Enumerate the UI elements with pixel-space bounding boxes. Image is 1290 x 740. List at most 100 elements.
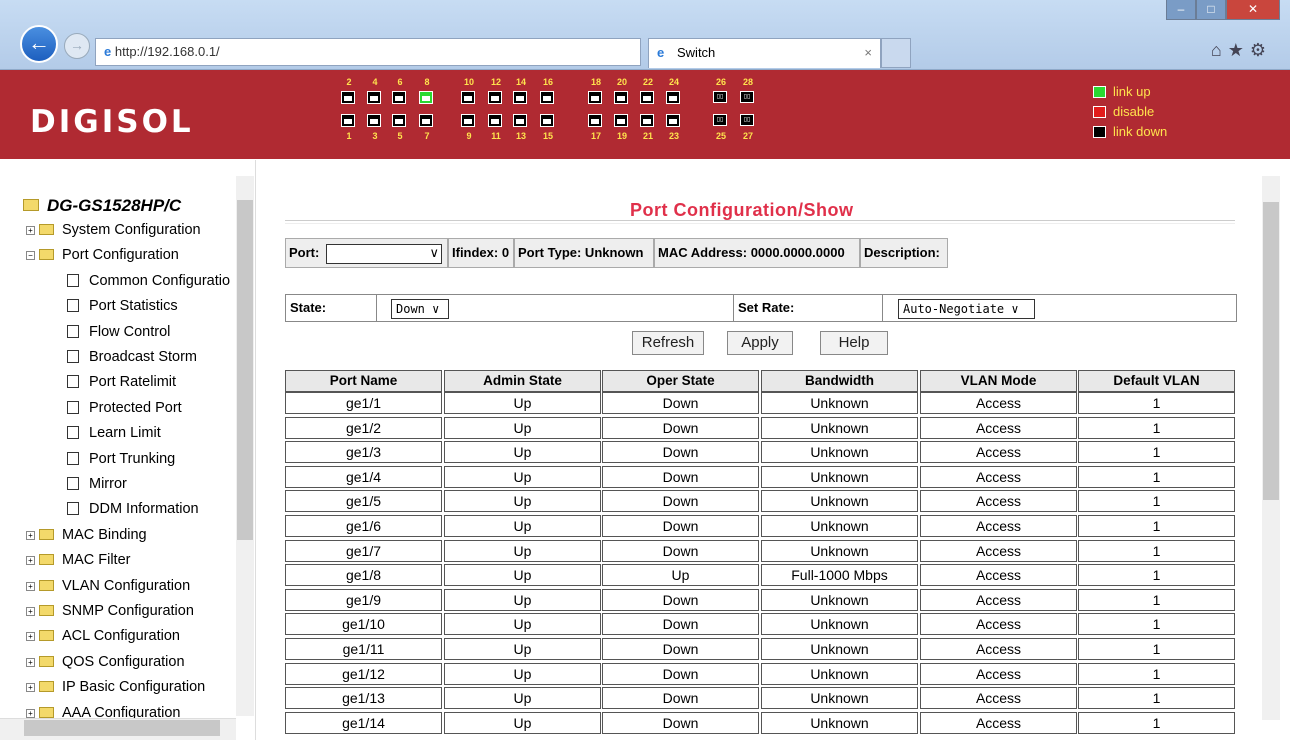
- table-cell: Full-1000 Mbps: [761, 564, 918, 587]
- state-select[interactable]: Down ∨: [391, 299, 449, 319]
- column-header: Admin State: [444, 370, 601, 392]
- table-cell: Unknown: [761, 392, 918, 414]
- rate-select[interactable]: Auto-Negotiate ∨: [898, 299, 1035, 319]
- port-13-icon[interactable]: [513, 114, 527, 127]
- port-22-icon[interactable]: [640, 91, 654, 104]
- table-cell: Down: [602, 515, 759, 537]
- sidebar-item-snmp-configuration[interactable]: + SNMP Configuration: [26, 603, 194, 619]
- sidebar-item-mac-binding[interactable]: + MAC Binding: [26, 527, 147, 543]
- port-23-icon[interactable]: [666, 114, 680, 127]
- sidebar-item-port-trunking[interactable]: Port Trunking: [67, 451, 175, 467]
- maximize-button[interactable]: □: [1196, 0, 1226, 20]
- table-cell: Down: [602, 416, 759, 439]
- table-cell: Up: [444, 515, 601, 537]
- expand-icon[interactable]: +: [26, 556, 35, 566]
- expand-icon[interactable]: +: [26, 683, 35, 693]
- star-icon[interactable]: ★: [1228, 40, 1250, 60]
- table-cell: Access: [920, 465, 1077, 488]
- close-tab-icon[interactable]: ×: [864, 39, 872, 67]
- sidebar-item-label: Port Ratelimit: [89, 374, 177, 391]
- sidebar-item-acl-configuration[interactable]: + ACL Configuration: [26, 628, 180, 644]
- page-icon: [67, 451, 79, 465]
- sidebar-item-port-statistics[interactable]: Port Statistics: [67, 298, 178, 314]
- expand-icon[interactable]: +: [26, 226, 35, 235]
- port-6-icon[interactable]: [392, 91, 406, 104]
- expand-icon[interactable]: +: [26, 530, 35, 540]
- browser-tab[interactable]: e Switch ×: [648, 38, 881, 68]
- new-tab-button[interactable]: [881, 38, 911, 68]
- port-12-icon[interactable]: [488, 91, 502, 104]
- table-cell: Access: [920, 711, 1077, 734]
- port-5-icon[interactable]: [392, 114, 406, 127]
- folder-icon: [39, 655, 54, 667]
- expand-icon[interactable]: +: [26, 581, 35, 591]
- column-header: Oper State: [602, 370, 759, 392]
- port-26-icon[interactable]: ▯▯: [713, 91, 727, 103]
- port-label: Port:: [289, 245, 320, 260]
- sidebar-scroll-thumb[interactable]: [237, 200, 253, 540]
- sidebar-item-ddm-information[interactable]: DDM Information: [67, 501, 199, 517]
- port-17-icon[interactable]: [588, 114, 602, 127]
- forward-button[interactable]: →: [64, 33, 90, 59]
- port-number-23: 23: [668, 131, 679, 141]
- minimize-button[interactable]: –: [1166, 0, 1196, 20]
- port-number-2: 2: [346, 77, 352, 87]
- legend-label: link down: [1113, 124, 1168, 139]
- gear-icon[interactable]: ⚙: [1250, 40, 1272, 60]
- port-27-icon[interactable]: ▯▯: [740, 114, 754, 126]
- port-15-icon[interactable]: [540, 114, 554, 127]
- port-7-icon[interactable]: [419, 114, 433, 127]
- port-18-icon[interactable]: [588, 91, 602, 104]
- expand-icon[interactable]: +: [26, 632, 35, 642]
- page-icon: [67, 426, 79, 440]
- port-2-icon[interactable]: [341, 91, 355, 104]
- main-scroll-thumb[interactable]: [1263, 202, 1279, 500]
- port-1-icon[interactable]: [341, 114, 355, 127]
- sidebar-item-common-configuratio[interactable]: Common Configuratio: [67, 273, 230, 289]
- port-25-icon[interactable]: ▯▯: [713, 114, 727, 126]
- port-select[interactable]: ∨: [326, 244, 442, 264]
- collapse-icon[interactable]: −: [26, 251, 35, 261]
- port-11-icon[interactable]: [488, 114, 502, 127]
- column-header: Port Name: [285, 370, 442, 392]
- sidebar-item-port-ratelimit[interactable]: Port Ratelimit: [67, 374, 176, 390]
- port-4-icon[interactable]: [367, 91, 381, 104]
- sidebar-item-system-configuration[interactable]: + System Configuration: [26, 222, 201, 238]
- address-bar[interactable]: e http://192.168.0.1/: [95, 38, 641, 66]
- sidebar-item-vlan-configuration[interactable]: + VLAN Configuration: [26, 578, 190, 594]
- port-number-11: 11: [491, 131, 501, 141]
- sidebar-item-broadcast-storm[interactable]: Broadcast Storm: [67, 349, 197, 365]
- expand-icon[interactable]: +: [26, 657, 35, 667]
- sidebar-hscroll-thumb[interactable]: [24, 720, 220, 736]
- apply-button[interactable]: Apply: [727, 331, 793, 355]
- help-button[interactable]: Help: [820, 331, 888, 355]
- sidebar-item-port-configuration[interactable]: − Port Configuration: [26, 247, 179, 263]
- page-icon: [67, 299, 79, 313]
- expand-icon[interactable]: +: [26, 607, 35, 616]
- port-24-icon[interactable]: [666, 91, 680, 104]
- tree-root[interactable]: DG-GS1528HP/C: [23, 196, 181, 216]
- sidebar-item-mirror[interactable]: Mirror: [67, 476, 127, 492]
- port-28-icon[interactable]: ▯▯: [740, 91, 754, 103]
- sidebar-item-protected-port[interactable]: Protected Port: [67, 400, 182, 416]
- sidebar-item-learn-limit[interactable]: Learn Limit: [67, 425, 161, 441]
- sidebar-item-mac-filter[interactable]: + MAC Filter: [26, 552, 130, 568]
- sidebar-item-qos-configuration[interactable]: + QOS Configuration: [26, 654, 185, 670]
- port-16-icon[interactable]: [540, 91, 554, 104]
- port-9-icon[interactable]: [461, 114, 475, 127]
- sidebar-item-flow-control[interactable]: Flow Control: [67, 324, 170, 340]
- port-20-icon[interactable]: [614, 91, 628, 104]
- port-19-icon[interactable]: [614, 114, 628, 127]
- sidebar-item-ip-basic-configuration[interactable]: + IP Basic Configuration: [26, 679, 205, 695]
- port-14-icon[interactable]: [513, 91, 527, 104]
- sidebar-item-label: Port Statistics: [89, 298, 178, 315]
- refresh-button[interactable]: Refresh: [632, 331, 704, 355]
- port-10-icon[interactable]: [461, 91, 475, 104]
- close-window-button[interactable]: ✕: [1226, 0, 1280, 20]
- port-3-icon[interactable]: [367, 114, 381, 127]
- back-button[interactable]: ←: [20, 25, 58, 63]
- home-icon[interactable]: ⌂: [1211, 40, 1228, 60]
- port-21-icon[interactable]: [640, 114, 654, 127]
- port-8-icon[interactable]: [419, 91, 433, 104]
- expand-icon[interactable]: +: [26, 708, 35, 718]
